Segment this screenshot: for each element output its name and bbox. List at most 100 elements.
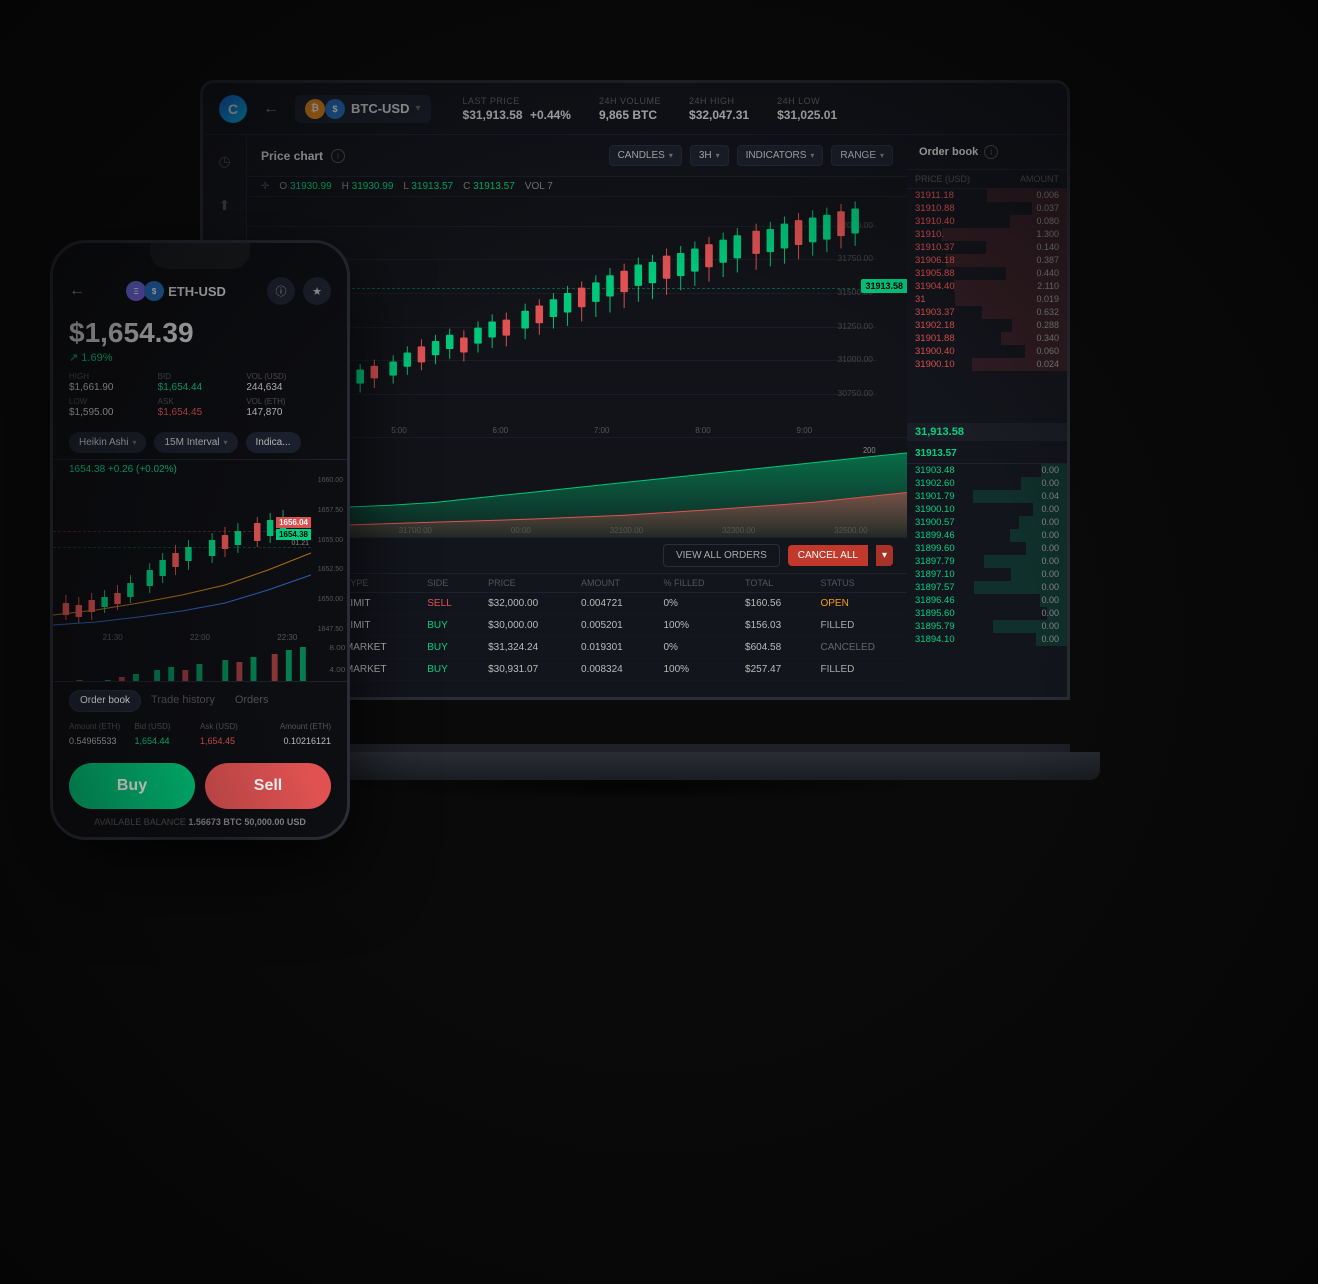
ob-sell-row: 31903.37 0.632 [907,306,1067,319]
mobile-price-section: $1,654.39 1.69% [53,313,347,372]
ohlc-bar: ✛ O 31930.99 H 31930.99 L 31913.57 C 319… [247,177,907,197]
ob-buy-row: 31896.46 0.00 [907,594,1067,607]
last-price-stat: LAST PRICE $31,913.58 +0.44% [463,96,571,122]
mobile-vol-usd-stat: VOL (USD) 244,634 [246,372,331,393]
sidebar-chart-icon[interactable]: ◷ [211,147,239,175]
ob-sell-row: 31905.88 0.440 [907,267,1067,280]
ob-sell-row: 31910.88 0.037 [907,202,1067,215]
market-stats: LAST PRICE $31,913.58 +0.44% 24H VOLUME … [463,96,838,122]
ob-buy-rows: 31903.48 0.00 31902.60 0.00 31901.79 0.0… [907,464,1067,698]
ob-buy-row: 31900.57 0.00 [907,516,1067,529]
mobile-pair: Ξ $ ETH-USD [126,281,226,301]
mobile-chart-value: 1654.38 +0.26 (+0.02%) [53,460,347,475]
ob-buy-row: 31895.79 0.00 [907,620,1067,633]
phone-notch [150,243,250,269]
chart-toolbar: Price chart i CANDLES ▾ 3H ▾ [247,135,907,177]
order-book-header: Order book i [907,135,1067,170]
back-button[interactable]: ← [259,97,283,121]
ob-buy-row: 31895.60 0.00 [907,607,1067,620]
chart-type-button[interactable]: Heikin Ashi ▾ [69,432,146,453]
order-book: Order book i PRICE (USD) AMOUNT 31911.18… [907,135,1067,697]
ob-buy-row: 31903.48 0.00 [907,464,1067,477]
mobile-actions: ⓘ ★ [267,277,331,305]
mobile-sell-button[interactable]: Sell [205,763,331,809]
mobile-back-button[interactable]: ← [69,282,85,300]
mobile-candles-area: 1660.00 1657.50 1655.00 1652.50 1650.00 … [53,475,347,635]
ob-sell-row: 31911.18 0.006 [907,189,1067,202]
interval-chevron-icon: ▾ [716,151,720,160]
view-all-orders-button[interactable]: VIEW ALL ORDERS [663,544,780,567]
trading-pair: BTC-USD [351,101,410,116]
mobile-high-stat: HIGH $1,661.90 [69,372,154,393]
cancel-all-button[interactable]: CANCEL ALL [788,545,868,566]
candles-button[interactable]: CANDLES ▾ [609,145,682,166]
mobile-info-button[interactable]: ⓘ [267,277,295,305]
interval-button[interactable]: 3H ▾ [690,145,729,166]
mobile-chart-area: 1654.38 +0.26 (+0.02%) 1660.00 1657.50 1… [53,460,347,681]
mobile-buysell: Buy Sell [53,753,347,817]
mobile-low-stat: LOW $1,595.00 [69,397,154,418]
ob-sell-row: 31904.40 2.110 [907,280,1067,293]
mobile-volume-chart: 8.00 4.00 0.00 [53,642,347,681]
phone-screen: ← Ξ $ ETH-USD ⓘ ★ $1,654.39 1.69% H [53,243,347,837]
mobile-usd-icon: $ [144,281,164,301]
mobile-order-book-mini: Amount (ETH) Bid (USD) Ask (USD) Amount … [53,716,347,753]
mobile-star-button[interactable]: ★ [303,277,331,305]
mobile-interval-button[interactable]: 15M Interval ▾ [154,432,237,453]
ob-buy-row: 31900.10 0.00 [907,503,1067,516]
ob-sell-row: 31 0.019 [907,293,1067,306]
indicators-button[interactable]: INDICATORS ▾ [737,145,824,166]
tab-trade-history[interactable]: Trade history [141,690,225,712]
candles-chevron-icon: ▾ [669,151,673,160]
mobile-stats: HIGH $1,661.90 BID $1,654.44 VOL (USD) 2… [53,372,347,426]
ob-buy-row: 31897.57 0.00 [907,581,1067,594]
mobile-buy-button[interactable]: Buy [69,763,195,809]
col-side: SIDE [415,574,476,593]
ob-buy-row: 31897.10 0.00 [907,568,1067,581]
ob-sell-row: 31901.88 0.340 [907,332,1067,345]
ob-column-headers: PRICE (USD) AMOUNT [907,170,1067,189]
ob-spread: 31,913.58 [907,423,1067,441]
mobile-indicator-button[interactable]: Indica... [246,432,301,453]
ob-sell-row: 31906.18 0.387 [907,254,1067,267]
mobile-tabs: Order book Trade history Orders [53,681,347,716]
col-status: STATUS [808,574,907,593]
cancel-all-caret-button[interactable]: ▾ [876,545,893,566]
mobile-ask-stat: ASK $1,654.45 [158,397,243,418]
tab-order-book[interactable]: Order book [69,690,141,712]
ob-sell-row: 31910. 1.300 [907,228,1067,241]
mobile-bid-stat: BID $1,654.44 [158,372,243,393]
ob-sell-row: 31902.18 0.288 [907,319,1067,332]
btc-icon: ₿ [305,99,325,119]
pair-selector[interactable]: ₿ $ BTC-USD ▾ [295,95,431,123]
phone-shell: ← Ξ $ ETH-USD ⓘ ★ $1,654.39 1.69% H [50,240,350,840]
indicators-chevron-icon: ▾ [810,151,814,160]
top-nav: C ← ₿ $ BTC-USD ▾ LAST PRICE $31,913.58 … [203,83,1067,135]
ob-buy-row: 31897.79 0.00 [907,555,1067,568]
svg-text:4.00: 4.00 [329,666,345,674]
range-button[interactable]: RANGE ▾ [831,145,893,166]
ob-sell-row: 31910.37 0.140 [907,241,1067,254]
sidebar-bars-icon[interactable]: ⬆ [211,191,239,219]
ob-buy-row: 31899.60 0.00 [907,542,1067,555]
ob-sell-row: 31900.40 0.060 [907,345,1067,358]
col-total: TOTAL [733,574,808,593]
mobile-change: 1.69% [69,351,331,364]
svg-text:200: 200 [863,446,876,455]
col-amount: AMOUNT [569,574,651,593]
chart-type-chevron-icon: ▾ [132,438,136,447]
pair-chevron-icon: ▾ [416,103,421,114]
ob-info-icon[interactable]: i [984,145,998,159]
range-chevron-icon: ▾ [880,151,884,160]
ob-buy-row: 31901.79 0.04 [907,490,1067,503]
chart-info-icon[interactable]: i [331,149,345,163]
mobile-controls: Heikin Ashi ▾ 15M Interval ▾ Indica... [53,426,347,460]
ob-buy-row: 31902.60 0.00 [907,477,1067,490]
mobile-interval-chevron-icon: ▾ [224,438,228,447]
volume-stat: 24H VOLUME 9,865 BTC [599,96,661,122]
tab-orders[interactable]: Orders [225,690,279,712]
ob-sell-row: 31900.10 0.024 [907,358,1067,371]
mobile-balance: AVAILABLE BALANCE 1.56673 BTC 50,000.00 … [53,817,347,837]
phone-device: ← Ξ $ ETH-USD ⓘ ★ $1,654.39 1.69% H [50,240,350,840]
mobile-vol-eth-stat: VOL (ETH) 147,870 [246,397,331,418]
